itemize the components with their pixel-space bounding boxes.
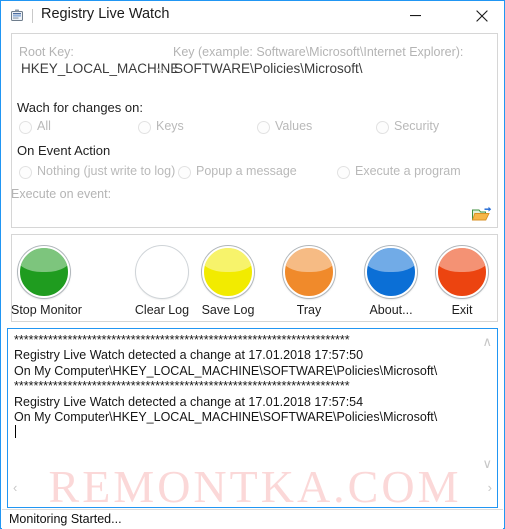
about-button[interactable]: About... [358, 246, 424, 317]
open-folder-icon[interactable] [471, 204, 493, 224]
root-key-label: Root Key: [19, 45, 74, 59]
scroll-left-icon[interactable]: ‹ [13, 481, 17, 494]
radio-dot-icon [178, 166, 191, 179]
title-bar: Registry Live Watch [1, 1, 504, 31]
save-log-orb-icon [202, 246, 254, 298]
radio-label: Security [394, 119, 440, 133]
close-icon [476, 9, 488, 22]
watch-changes-label: Wach for changes on: [17, 100, 143, 115]
button-label: Tray [296, 303, 322, 317]
key-path-label: Key (example: Software\Microsoft\Interne… [173, 45, 464, 59]
close-button[interactable] [460, 1, 504, 30]
minimize-icon [409, 15, 421, 17]
chevron-down-icon[interactable] [154, 63, 168, 77]
about-orb-icon [365, 246, 417, 298]
log-textarea[interactable]: ****************************************… [7, 328, 498, 508]
button-label: Stop Monitor [11, 303, 82, 317]
radio-dot-icon [257, 121, 270, 134]
exit-button[interactable]: Exit [429, 246, 495, 317]
button-label: About... [369, 303, 413, 317]
button-label: Exit [451, 303, 473, 317]
log-content: ****************************************… [14, 333, 438, 425]
window-title: Registry Live Watch [41, 6, 170, 22]
title-divider [32, 9, 33, 23]
radio-dot-icon [337, 166, 350, 179]
button-label: Save Log [201, 303, 255, 317]
app-window: Registry Live Watch Root Key: HKEY_LOCAL… [0, 0, 505, 529]
status-text: Monitoring Started... [9, 512, 122, 526]
button-label: Clear Log [134, 303, 190, 317]
scroll-up-icon[interactable]: ∧ [482, 335, 492, 348]
status-bar: Monitoring Started... [2, 509, 503, 529]
radio-label: Popup a message [196, 164, 297, 178]
tray-button[interactable]: Tray [276, 246, 342, 317]
radio-dot-icon [138, 121, 151, 134]
stop-monitor-button[interactable]: Stop Monitor [11, 246, 82, 317]
exit-orb-icon [436, 246, 488, 298]
text-caret [15, 425, 16, 438]
stop-monitor-orb-icon [18, 246, 70, 298]
radio-dot-icon [376, 121, 389, 134]
radio-label: Keys [156, 119, 184, 133]
scroll-down-icon[interactable]: ∨ [482, 457, 492, 470]
radio-label: Execute a program [355, 164, 461, 178]
key-path-input[interactable]: SOFTWARE\Policies\Microsoft\ [174, 61, 363, 76]
radio-label: Nothing (just write to log) [37, 164, 176, 178]
scroll-right-icon[interactable]: › [488, 481, 492, 494]
minimize-button[interactable] [393, 1, 437, 30]
tray-orb-icon [283, 246, 335, 298]
radio-dot-icon [19, 166, 32, 179]
registry-icon [9, 8, 25, 24]
save-log-button[interactable]: Save Log [195, 246, 261, 317]
execute-on-event-label: Execute on event: [11, 187, 112, 201]
radio-dot-icon [19, 121, 32, 134]
event-action-label: On Event Action [17, 143, 111, 158]
radio-label: All [37, 119, 51, 133]
clear-log-orb-icon [136, 246, 188, 298]
clear-log-button[interactable]: Clear Log [129, 246, 195, 317]
radio-label: Values [275, 119, 313, 133]
